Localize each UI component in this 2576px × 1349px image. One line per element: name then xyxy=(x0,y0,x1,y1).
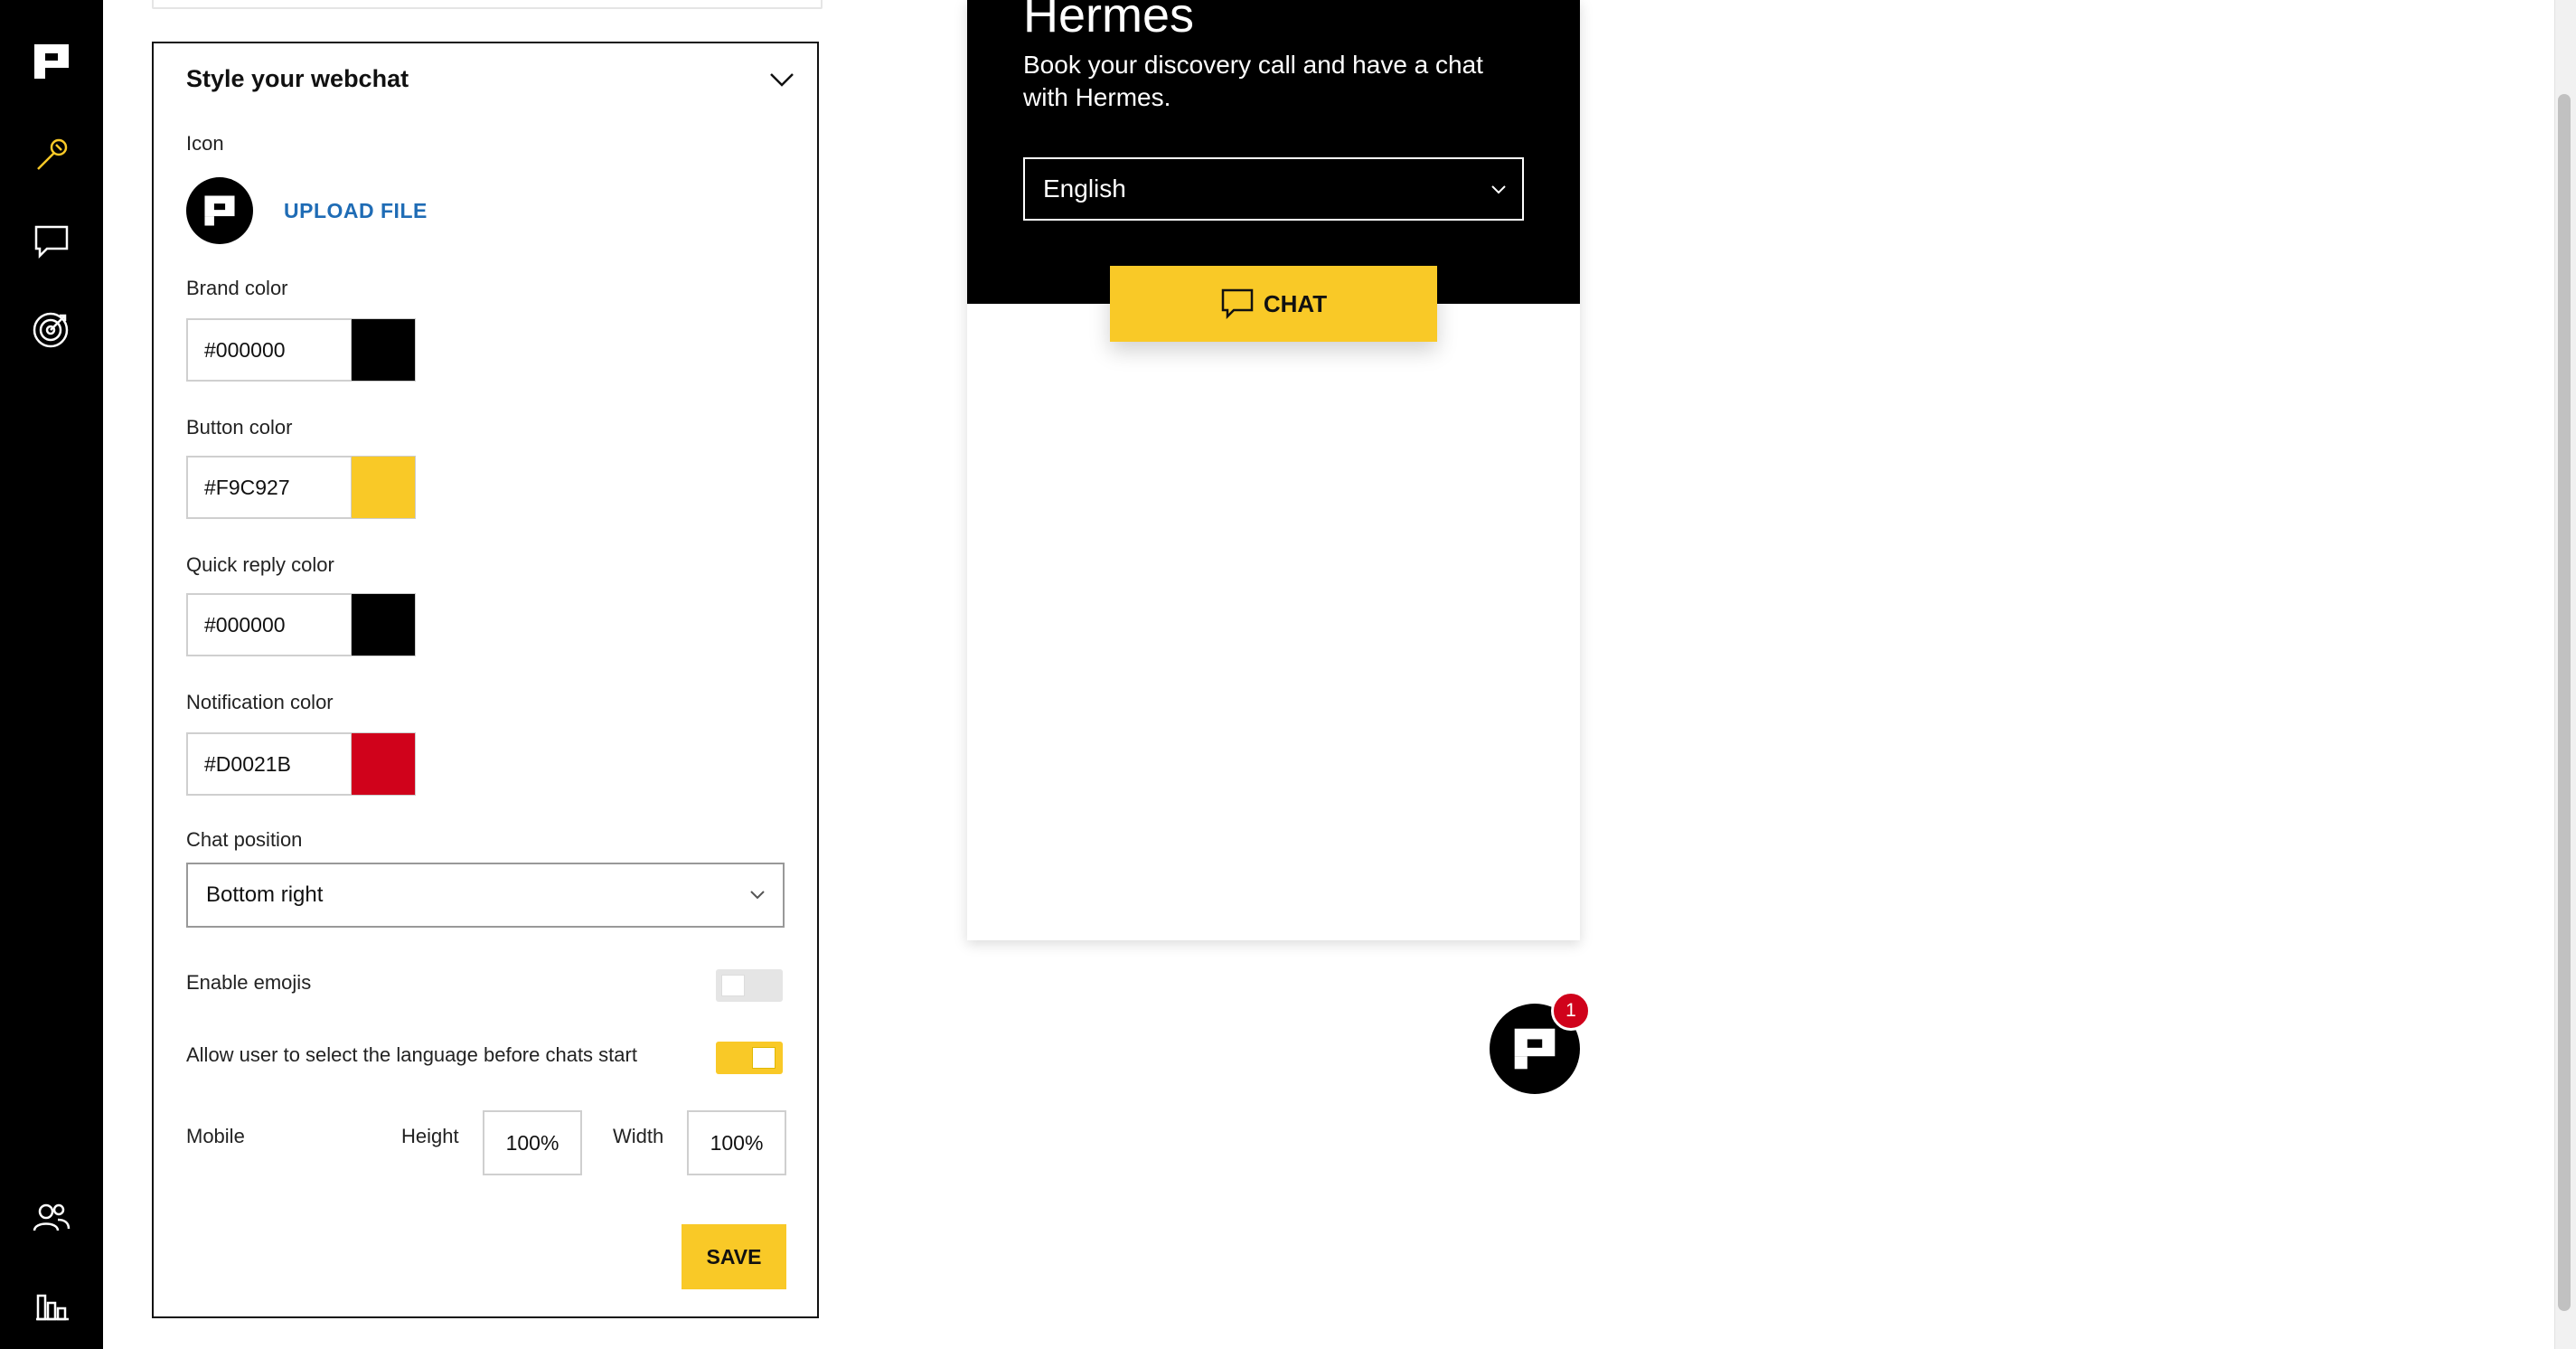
users-icon[interactable] xyxy=(24,1190,79,1244)
enable-emojis-toggle[interactable] xyxy=(716,969,783,1002)
chevron-down-icon[interactable] xyxy=(768,71,795,89)
logo-icon xyxy=(1514,1028,1556,1070)
preview-header: Hermes Book your discovery call and have… xyxy=(967,0,1580,304)
scrollbar-thumb[interactable] xyxy=(2558,94,2571,1311)
icon-label: Icon xyxy=(186,132,224,155)
quick-reply-color-label: Quick reply color xyxy=(186,553,334,576)
language-select-label: Allow user to select the language before… xyxy=(186,1043,637,1066)
bar-chart-icon[interactable] xyxy=(24,1277,79,1331)
save-button[interactable]: SAVE xyxy=(682,1224,786,1289)
enable-emojis-label: Enable emojis xyxy=(186,971,312,994)
language-value: English xyxy=(1043,175,1126,203)
mobile-label: Mobile xyxy=(186,1125,245,1147)
upload-file-link[interactable]: UPLOAD FILE xyxy=(284,199,428,223)
chat-position-label: Chat position xyxy=(186,828,303,851)
chat-position-value: Bottom right xyxy=(206,882,324,907)
toggle-knob xyxy=(721,975,745,996)
mobile-width-input[interactable] xyxy=(687,1110,786,1175)
target-icon[interactable] xyxy=(24,302,79,356)
style-webchat-panel: Style your webchat Icon UPLOAD FILE Bran… xyxy=(152,42,819,1318)
webchat-preview: Hermes Book your discovery call and have… xyxy=(967,0,1580,940)
notification-badge: 1 xyxy=(1551,991,1591,1031)
chat-icon xyxy=(1221,288,1254,320)
preview-title: Hermes xyxy=(1023,0,1195,42)
chevron-down-icon xyxy=(750,891,765,900)
brand-color-swatch[interactable] xyxy=(351,318,416,382)
width-label: Width xyxy=(613,1125,664,1147)
chat-position-select[interactable]: Bottom right xyxy=(186,863,785,928)
mobile-height-input[interactable] xyxy=(483,1110,582,1175)
toggle-knob xyxy=(752,1047,776,1069)
chat-button-label: CHAT xyxy=(1263,289,1328,317)
logo-icon xyxy=(204,195,235,226)
quick-reply-color-input[interactable] xyxy=(186,593,351,656)
wrench-icon[interactable] xyxy=(24,128,79,183)
chat-button[interactable]: CHAT xyxy=(1110,266,1437,342)
notification-color-input[interactable] xyxy=(186,732,351,796)
button-color-swatch[interactable] xyxy=(351,456,416,519)
panel-title: Style your webchat xyxy=(186,65,409,92)
brand-color-label: Brand color xyxy=(186,277,288,299)
notification-color-swatch[interactable] xyxy=(351,732,416,796)
language-select[interactable]: English xyxy=(1023,157,1524,221)
button-color-label: Button color xyxy=(186,416,293,439)
notification-color-label: Notification color xyxy=(186,691,334,713)
side-nav xyxy=(0,0,103,1349)
previous-card xyxy=(152,0,823,9)
webchat-icon-preview xyxy=(186,177,253,244)
chat-icon[interactable] xyxy=(24,215,79,269)
brand-color-input[interactable] xyxy=(186,318,351,382)
language-select-toggle[interactable] xyxy=(716,1042,783,1074)
height-label: Height xyxy=(401,1125,459,1147)
preview-subtitle: Book your discovery call and have a chat… xyxy=(1023,51,1483,111)
logo-icon[interactable] xyxy=(24,34,79,89)
chevron-down-icon xyxy=(1491,185,1506,194)
quick-reply-color-swatch[interactable] xyxy=(351,593,416,656)
button-color-input[interactable] xyxy=(186,456,351,519)
